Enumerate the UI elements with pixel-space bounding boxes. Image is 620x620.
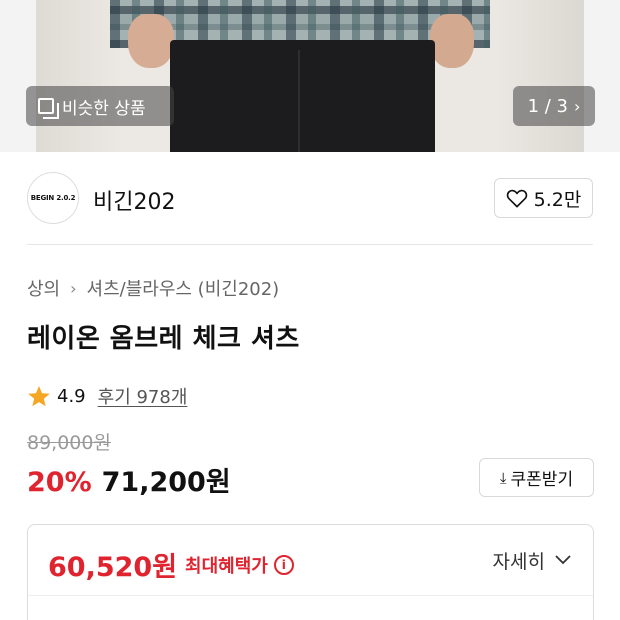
coupon-label: 쿠폰받기 [510,470,574,490]
model-pants [170,40,435,152]
original-price: 89,000원 [27,432,111,454]
image-pager[interactable]: 1 / 3 › [513,86,595,126]
best-price-row: 60,520원 최대혜택가 i [48,545,294,584]
divider [27,244,593,245]
coupon-button[interactable]: ⤓ 쿠폰받기 [479,458,594,497]
discount-rate: 20% [27,467,92,498]
brand-row: BEGIN 2.0.2 비긴202 5.2만 [0,152,620,246]
best-price: 60,520원 [48,552,178,583]
detail-label: 자세히 [492,551,545,573]
star-icon [28,385,50,406]
heart-icon [506,189,527,208]
rating-row: 4.9 후기 978개 [27,383,187,409]
like-count: 5.2만 [533,188,582,211]
price-row: 20% 71,200원 [27,460,231,499]
breadcrumb: 상의 › 셔츠/블라우스 (비긴202) [27,275,279,301]
product-title: 레이온 옴브레 체크 셔츠 [27,324,300,354]
info-icon[interactable]: i [273,554,294,575]
similar-products-button[interactable]: 비슷한 상품 [26,86,174,126]
chevron-down-icon [555,553,571,569]
model-hand-right [430,14,474,68]
copy-icon [38,98,59,119]
best-price-label: 최대혜택가 [185,555,268,577]
reviews-link[interactable]: 후기 978개 [98,383,188,409]
image-edge-right [584,0,620,152]
pager-text: 1 / 3 [527,95,568,117]
detail-toggle[interactable]: 자세히 [493,547,571,574]
rating-score: 4.9 [57,385,86,407]
image-edge-left [0,0,36,152]
pants-crease [298,50,300,152]
like-button[interactable]: 5.2만 [494,178,593,218]
chevron-right-icon: › [574,96,581,116]
brand-logo[interactable]: BEGIN 2.0.2 [27,172,79,224]
download-icon: ⤓ [499,468,507,487]
divider [28,595,593,596]
similar-products-label: 비슷한 상품 [62,98,146,119]
breadcrumb-subcategory[interactable]: 셔츠/블라우스 (비긴202) [87,275,280,301]
best-price-box: 60,520원 최대혜택가 i 자세히 [27,524,594,620]
breadcrumb-category[interactable]: 상의 [27,275,60,301]
brand-name[interactable]: 비긴202 [93,184,175,216]
product-image[interactable]: 비슷한 상품 1 / 3 › [0,0,620,152]
model-hand-left [128,14,174,68]
brand-logo-text: BEGIN 2.0.2 [30,194,76,202]
sale-price: 71,200원 [101,467,231,498]
chevron-right-icon: › [70,278,77,298]
